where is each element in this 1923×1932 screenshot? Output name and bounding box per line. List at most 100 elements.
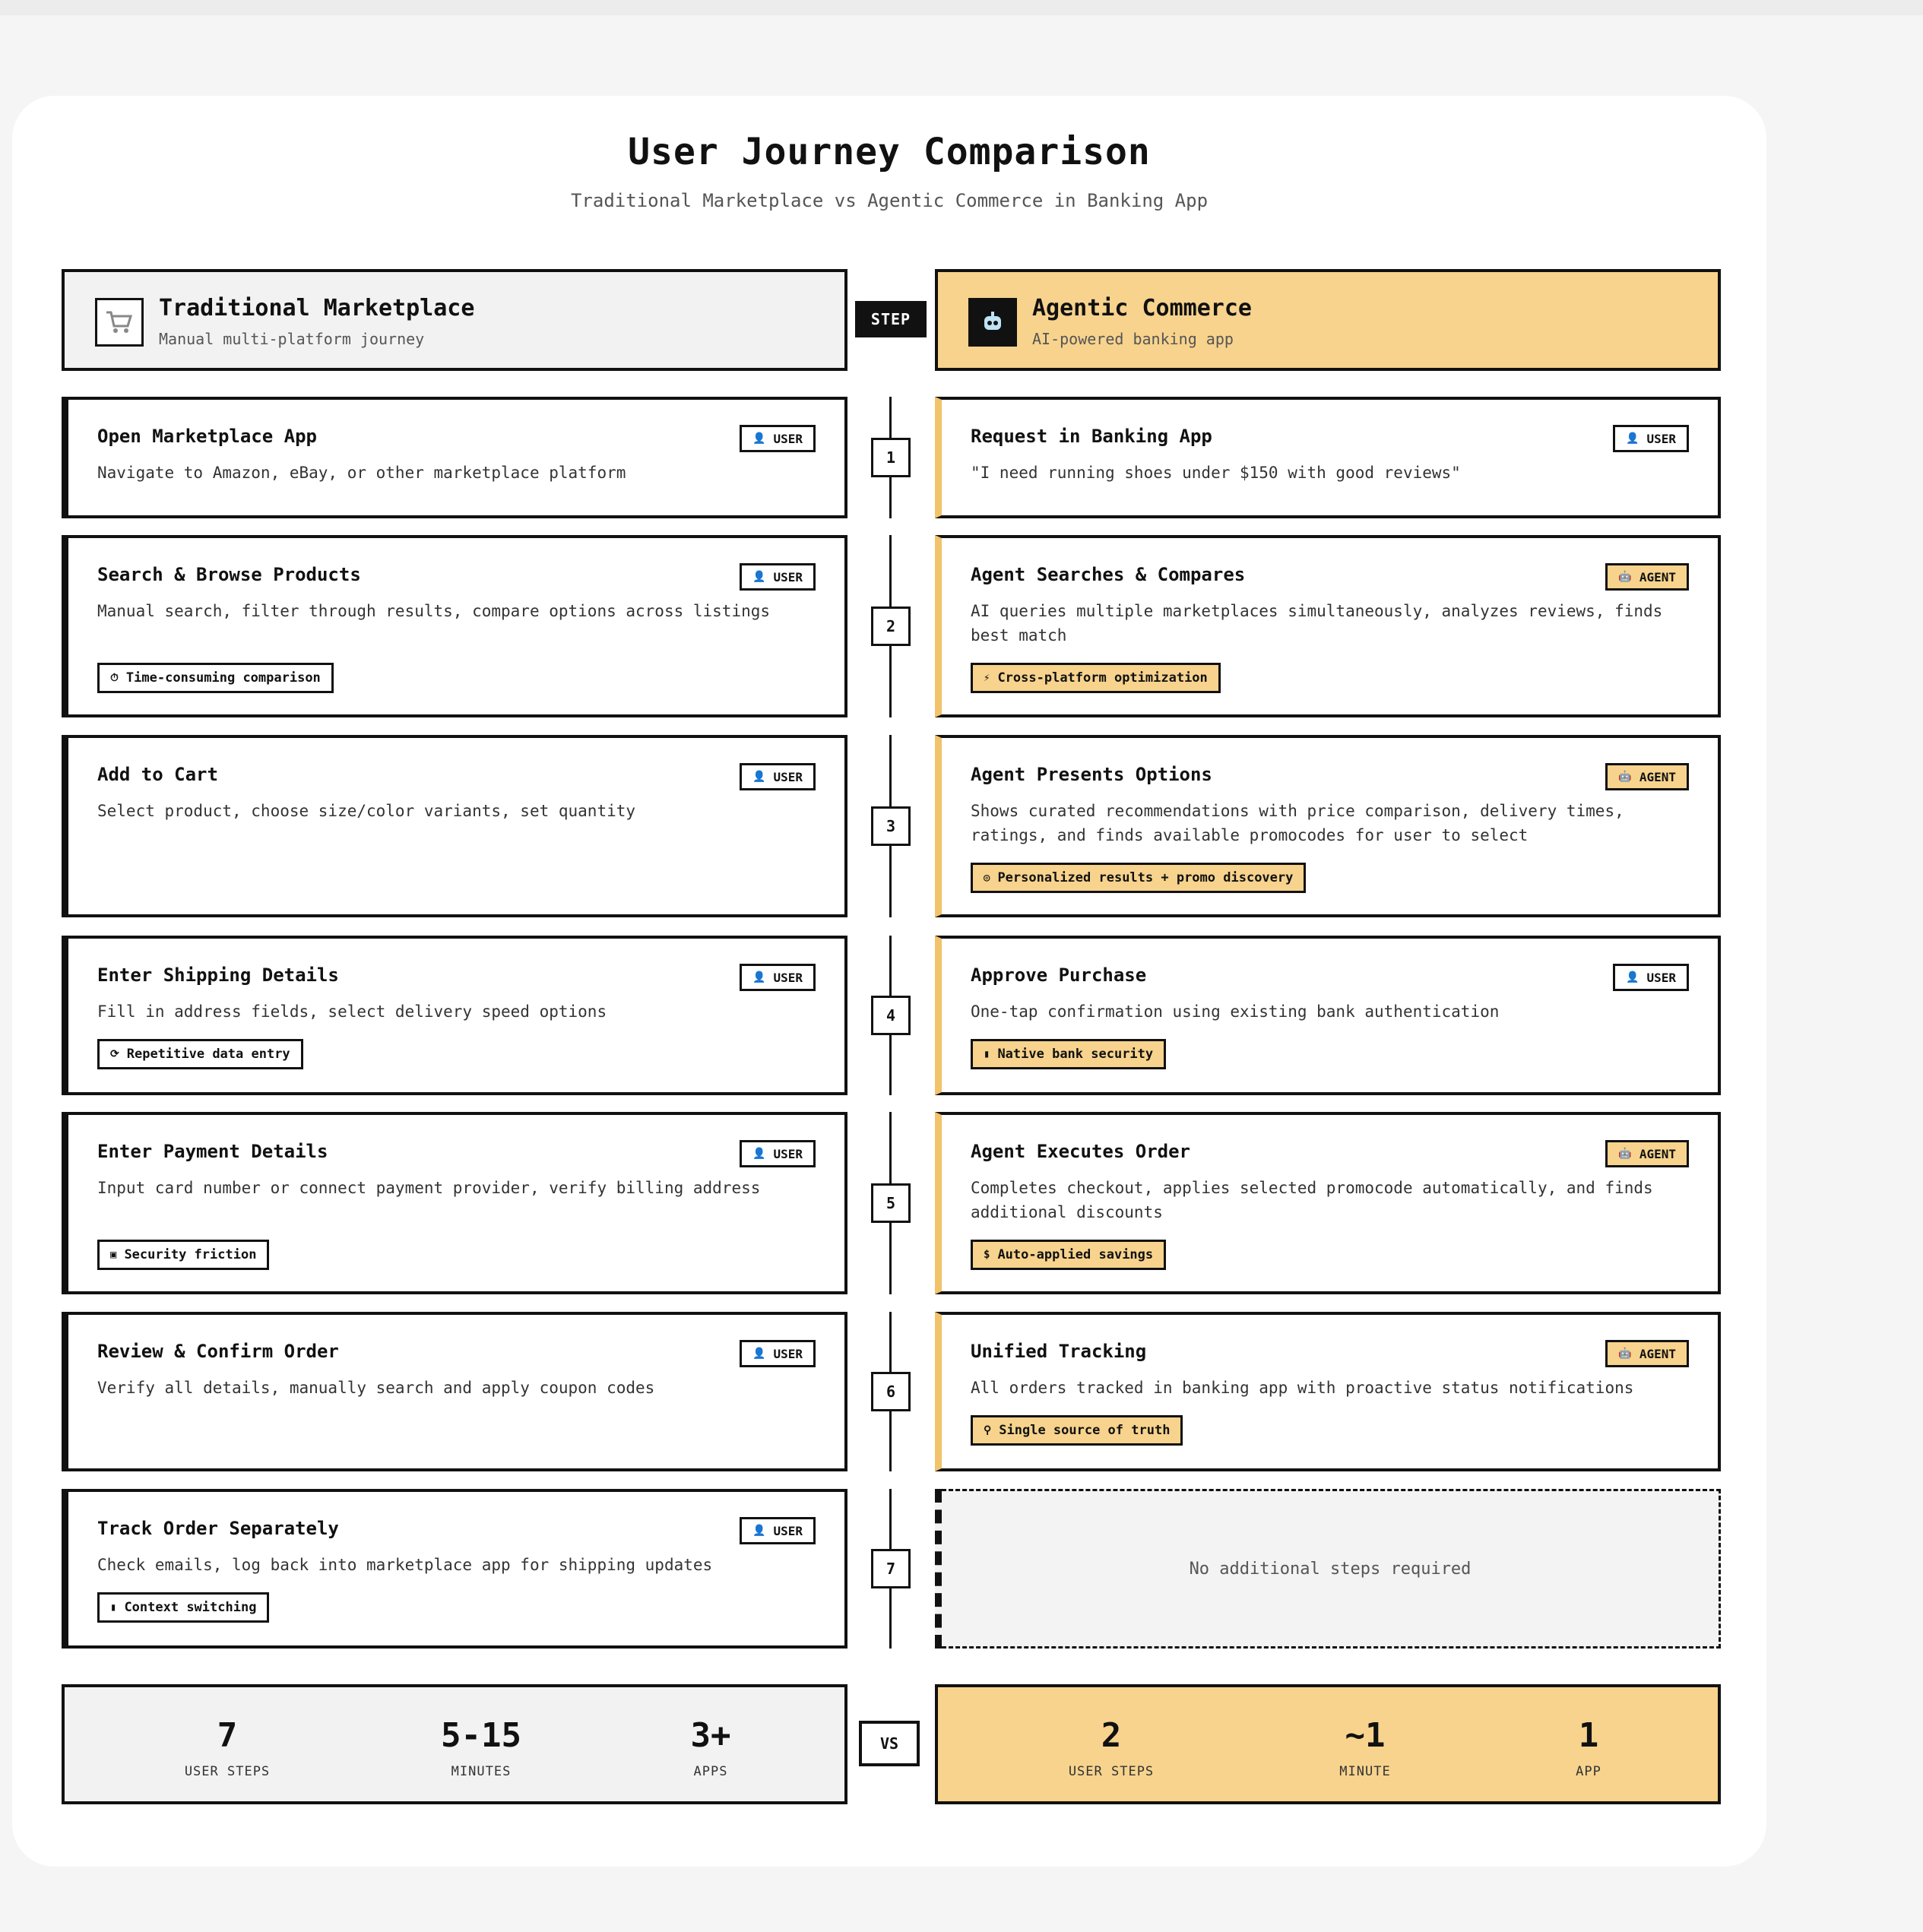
- user-badge: 👤 USER: [1613, 964, 1689, 991]
- benefit-tag: ⚡ Cross-platform optimization: [971, 663, 1221, 693]
- stat-label: MINUTES: [451, 1764, 512, 1779]
- agent-badge: 🤖 AGENT: [1605, 1340, 1689, 1367]
- cart-icon: [95, 298, 144, 347]
- agentic-step: Agent Executes Order 🤖 AGENT Completes ch…: [935, 1112, 1721, 1294]
- page-subtitle: Traditional Marketplace vs Agentic Comme…: [570, 190, 1209, 211]
- step-number: 7: [871, 1549, 911, 1588]
- step-title: Approve Purchase: [971, 964, 1147, 986]
- stat-app: 1 APP: [1490, 1716, 1687, 1779]
- step-number: 4: [871, 996, 911, 1035]
- step-description: Verify all details, manually search and …: [97, 1379, 655, 1397]
- step-row: 6 Review & Confirm Order 👤 USER Verify al…: [0, 1312, 1779, 1471]
- stat-value: ~1: [1345, 1716, 1386, 1755]
- step-description: "I need running shoes under $150 with go…: [971, 464, 1461, 482]
- step-description: Check emails, log back into marketplace …: [97, 1556, 713, 1574]
- robot-icon: 🤖: [1618, 1348, 1632, 1360]
- agent-badge: 🤖 AGENT: [1605, 1140, 1689, 1167]
- pain-point-tag: ▮ Context switching: [97, 1592, 270, 1623]
- agentic-stats: 2 USER STEPS ~1 MINUTE 1 APP: [935, 1684, 1721, 1804]
- agentic-subtitle: AI-powered banking app: [1032, 330, 1234, 348]
- step-title: Request in Banking App: [971, 426, 1212, 447]
- tag-label: Native bank security: [997, 1047, 1154, 1062]
- user-icon: 👤: [752, 771, 766, 783]
- no-additional-steps: No additional steps required: [1189, 1559, 1472, 1579]
- user-icon: 👤: [752, 432, 766, 445]
- tag-label: Repetitive data entry: [126, 1047, 290, 1062]
- tag-label: Context switching: [124, 1600, 257, 1615]
- agentic-step: Agent Searches & Compares 🤖 AGENT AI quer…: [935, 535, 1721, 717]
- user-badge: 👤 USER: [740, 1340, 816, 1367]
- page-title: User Journey Comparison: [628, 131, 1151, 173]
- benefit-tag: ▮ Native bank security: [971, 1039, 1167, 1069]
- step-row: 5 Enter Payment Details 👤 USER Input card…: [0, 1112, 1779, 1294]
- traditional-title: Traditional Marketplace: [159, 295, 475, 321]
- stat-user-steps: 7 USER STEPS: [128, 1716, 326, 1779]
- stat-label: USER STEPS: [184, 1764, 271, 1779]
- step-description: Fill in address fields, select delivery …: [97, 1002, 607, 1021]
- step-row: 7 Track Order Separately 👤 USER Check ema…: [0, 1489, 1779, 1649]
- badge-label: USER: [773, 970, 803, 985]
- stat-value: 3+: [690, 1716, 731, 1755]
- traditional-step: Enter Shipping Details 👤 USER Fill in add…: [62, 936, 847, 1095]
- pain-point-tag: ⟳ Repetitive data entry: [97, 1039, 303, 1069]
- step-number: 5: [871, 1183, 911, 1223]
- step-description: Shows curated recommendations with price…: [971, 802, 1624, 844]
- stat-label: APPS: [693, 1764, 728, 1779]
- user-badge: 👤 USER: [740, 425, 816, 452]
- step-number: 3: [871, 806, 911, 846]
- step-title: Review & Confirm Order: [97, 1341, 339, 1362]
- target-icon: ◎: [984, 872, 990, 884]
- stat-label: MINUTE: [1339, 1764, 1391, 1779]
- step-row: 2 Search & Browse Products 👤 USER Manual …: [0, 535, 1779, 717]
- badge-label: AGENT: [1639, 1346, 1676, 1361]
- step-row: 4 Enter Shipping Details 👤 USER Fill in a…: [0, 936, 1779, 1095]
- repeat-icon: ⟳: [110, 1048, 119, 1060]
- badge-label: USER: [773, 431, 803, 446]
- agentic-empty-step: No additional steps required: [935, 1489, 1721, 1649]
- step-description: One-tap confirmation using existing bank…: [971, 1002, 1500, 1021]
- step-description: Completes checkout, applies selected pro…: [971, 1179, 1653, 1221]
- agentic-step: Request in Banking App 👤 USER "I need run…: [935, 397, 1721, 518]
- timer-icon: ⏱: [110, 672, 119, 684]
- step-number: 6: [871, 1372, 911, 1411]
- step-title: Unified Tracking: [971, 1341, 1147, 1362]
- stat-value: 7: [217, 1716, 238, 1755]
- step-title: Track Order Separately: [97, 1518, 339, 1539]
- traditional-header: Traditional Marketplace Manual multi-pla…: [62, 269, 847, 371]
- user-icon: 👤: [752, 971, 766, 983]
- user-icon: 👤: [752, 1148, 766, 1160]
- pain-point-tag: ⏱ Time-consuming comparison: [97, 663, 334, 693]
- traditional-step: Enter Payment Details 👤 USER Input card n…: [62, 1112, 847, 1294]
- tag-label: Security friction: [124, 1247, 257, 1262]
- user-icon: 👤: [1626, 971, 1639, 983]
- step-description: Input card number or connect payment pro…: [97, 1179, 761, 1197]
- step-title: Enter Payment Details: [97, 1141, 328, 1162]
- stat-label: APP: [1576, 1764, 1601, 1779]
- tag-label: Cross-platform optimization: [997, 670, 1208, 686]
- lock-icon: ▣: [110, 1249, 117, 1261]
- user-badge: 👤 USER: [740, 1517, 816, 1544]
- badge-label: USER: [773, 769, 803, 784]
- agentic-header: Agentic Commerce AI-powered banking app: [935, 269, 1721, 371]
- step-title: Agent Presents Options: [971, 764, 1212, 785]
- agent-badge: 🤖 AGENT: [1605, 563, 1689, 591]
- step-row: 3 Add to Cart 👤 USER Select product, choo…: [0, 735, 1779, 917]
- step-title: Enter Shipping Details: [97, 964, 339, 986]
- step-title: Add to Cart: [97, 764, 218, 785]
- badge-label: USER: [773, 1346, 803, 1361]
- user-badge: 👤 USER: [740, 1140, 816, 1167]
- tag-label: Time-consuming comparison: [125, 670, 321, 686]
- traditional-step: Open Marketplace App 👤 USER Navigate to A…: [62, 397, 847, 518]
- robot-icon: 🤖: [1618, 771, 1632, 783]
- agentic-step: Agent Presents Options 🤖 AGENT Shows cura…: [935, 735, 1721, 917]
- benefit-tag: ⚲ Single source of truth: [971, 1415, 1183, 1446]
- money-bag-icon: $: [984, 1249, 990, 1261]
- traditional-step: Search & Browse Products 👤 USER Manual se…: [62, 535, 847, 717]
- lightning-icon: ⚡: [984, 672, 990, 684]
- step-row: 1 Open Marketplace App 👤 USER Navigate to…: [0, 397, 1779, 518]
- step-description: AI queries multiple marketplaces simulta…: [971, 602, 1663, 645]
- badge-label: AGENT: [1639, 769, 1676, 784]
- stat-user-steps: 2 USER STEPS: [1012, 1716, 1210, 1779]
- badge-label: USER: [773, 1523, 803, 1538]
- phone-icon: ▮: [984, 1048, 990, 1060]
